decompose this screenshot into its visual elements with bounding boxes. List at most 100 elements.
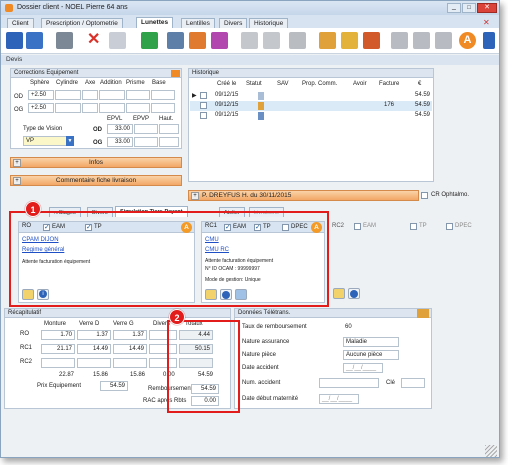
cle-label: Clé	[386, 380, 396, 386]
document-icon[interactable]	[109, 32, 126, 49]
od-base-field[interactable]	[151, 90, 175, 100]
close-button[interactable]: ✕	[477, 3, 497, 13]
rc2-edit-icon[interactable]	[333, 288, 345, 299]
recap-header-verre-g: Verre G	[113, 321, 134, 327]
taux-label: Taux de remboursement	[242, 324, 307, 330]
rc2-verre-d-field[interactable]	[77, 358, 111, 368]
annotation-box-2	[167, 320, 240, 413]
od-epvp-field[interactable]	[134, 124, 158, 134]
rc2-tp-checkbox[interactable]	[410, 223, 417, 230]
og-sphere-field[interactable]: +2.50	[28, 103, 54, 113]
od-haut-field[interactable]	[159, 124, 179, 134]
od-prisme-field[interactable]	[126, 90, 150, 100]
cle-field[interactable]	[401, 378, 425, 388]
date-accident-field[interactable]: __/__/____	[343, 363, 383, 373]
date-maternite-label: Date début maternité	[242, 396, 299, 402]
infos-button[interactable]: + Infos	[10, 157, 182, 168]
table-row[interactable]: 09/12/15 176 54.59	[190, 101, 432, 111]
resize-grip-icon[interactable]	[485, 445, 497, 457]
table-row[interactable]: 09/12/15 54.59	[190, 111, 432, 121]
recap-header-monture: Monture	[44, 321, 67, 327]
delete-icon[interactable]: ✕	[87, 32, 104, 49]
status-icon	[258, 112, 264, 120]
og-addition-field[interactable]	[99, 103, 125, 113]
table-row[interactable]: ▶ 09/12/15 54.59	[190, 91, 432, 101]
list-icon[interactable]	[167, 32, 184, 49]
tab-divers[interactable]: Divers	[219, 18, 248, 28]
od-cylindre-field[interactable]	[55, 90, 81, 100]
ro-verre-g-field[interactable]: 1.37	[113, 330, 147, 340]
og-base-field[interactable]	[151, 103, 175, 113]
tab-historique[interactable]: Historique	[249, 18, 289, 28]
og-prisme-field[interactable]	[126, 103, 150, 113]
row-checkbox[interactable]	[200, 112, 207, 119]
print-icon[interactable]	[56, 32, 73, 49]
cr-ophtalmo-checkbox[interactable]	[421, 192, 428, 199]
status-icon	[258, 92, 264, 100]
transfer-icon[interactable]	[189, 32, 206, 49]
rc2-dpec-label: DPEC	[455, 223, 472, 229]
title-bar: Dossier client - NOEL Pierre 64 ans _ □ …	[1, 1, 499, 15]
corrections-title: Corrections Equipement	[11, 69, 181, 78]
rc2-dpec-checkbox[interactable]	[446, 223, 453, 230]
tab-close-icon[interactable]: ✕	[483, 18, 490, 27]
side-panel-icon[interactable]	[483, 32, 495, 49]
calculator-icon[interactable]	[289, 32, 306, 49]
og-cylindre-field[interactable]	[55, 103, 81, 113]
gift-icon[interactable]	[341, 32, 358, 49]
og-haut-field[interactable]	[159, 137, 179, 147]
rc2-info-icon[interactable]	[348, 288, 360, 299]
recap-row-label-ro: RO	[20, 331, 29, 337]
commentaire-button[interactable]: + Commentaire fiche livraison	[10, 175, 182, 186]
og-epvp-field[interactable]	[134, 137, 158, 147]
save-as-icon[interactable]	[26, 32, 43, 49]
dreyfus-button[interactable]: + P. DREYFUS H. du 30/11/2015	[188, 190, 419, 201]
rc1-monture-field[interactable]: 21.17	[41, 344, 75, 354]
tags-icon[interactable]	[413, 32, 430, 49]
od-sphere-field[interactable]: +2.50	[28, 90, 54, 100]
num-accident-field[interactable]	[319, 378, 379, 388]
type-vision-dropdown-icon[interactable]: ▼	[66, 136, 74, 146]
user-tag-icon[interactable]	[363, 32, 380, 49]
row-checkbox[interactable]	[200, 102, 207, 109]
rc2-header: RC2 EAM TP DPEC	[330, 221, 492, 232]
teletrans-tool-icon[interactable]	[417, 309, 429, 318]
header-axe: Axe	[85, 80, 96, 86]
row-checkbox[interactable]	[200, 92, 207, 99]
person-icon[interactable]	[319, 32, 336, 49]
recap-row-label-rc1: RC1	[20, 345, 33, 351]
tab-lunettes[interactable]: Lunettes	[136, 17, 174, 28]
og-axe-field[interactable]	[82, 103, 98, 113]
save-icon[interactable]	[6, 32, 23, 49]
frame-icon[interactable]	[241, 32, 258, 49]
date-maternite-field[interactable]: __/__/____	[319, 394, 359, 404]
row-date: 09/12/15	[215, 112, 239, 118]
rc1-verre-g-field[interactable]: 14.49	[113, 344, 147, 354]
og-epvl-field[interactable]: 33.00	[107, 137, 133, 147]
total-verre-d: 15.86	[93, 372, 109, 378]
ro-monture-field[interactable]: 1.70	[41, 330, 75, 340]
tag-icon[interactable]	[391, 32, 408, 49]
tab-lentilles[interactable]: Lentilles	[181, 18, 215, 28]
tab-prescription[interactable]: Prescription / Optometrie	[41, 18, 123, 28]
historique-title: Historique	[189, 69, 433, 78]
maximize-button[interactable]: □	[462, 3, 476, 13]
od-addition-field[interactable]	[99, 90, 125, 100]
ro-verre-d-field[interactable]: 1.37	[77, 330, 111, 340]
copy-icon[interactable]	[435, 32, 452, 49]
od-axe-field[interactable]	[82, 90, 98, 100]
nature-assurance-field[interactable]: Maladie	[343, 337, 399, 347]
card-icon[interactable]	[211, 32, 228, 49]
corrections-close-icon[interactable]	[171, 70, 180, 77]
rc1-verre-d-field[interactable]: 14.49	[77, 344, 111, 354]
od-epvl-field[interactable]: 33.00	[107, 124, 133, 134]
a-orange-icon[interactable]: A	[459, 32, 476, 49]
tab-client[interactable]: Client	[7, 18, 34, 28]
money-icon[interactable]	[141, 32, 158, 49]
nature-piece-field[interactable]: Aucune pièce	[343, 350, 399, 360]
rc2-eam-checkbox[interactable]	[354, 223, 361, 230]
rc2-monture-field[interactable]	[41, 358, 75, 368]
lens-icon[interactable]	[263, 32, 280, 49]
minimize-button[interactable]: _	[447, 3, 461, 13]
rc2-verre-g-field[interactable]	[113, 358, 147, 368]
